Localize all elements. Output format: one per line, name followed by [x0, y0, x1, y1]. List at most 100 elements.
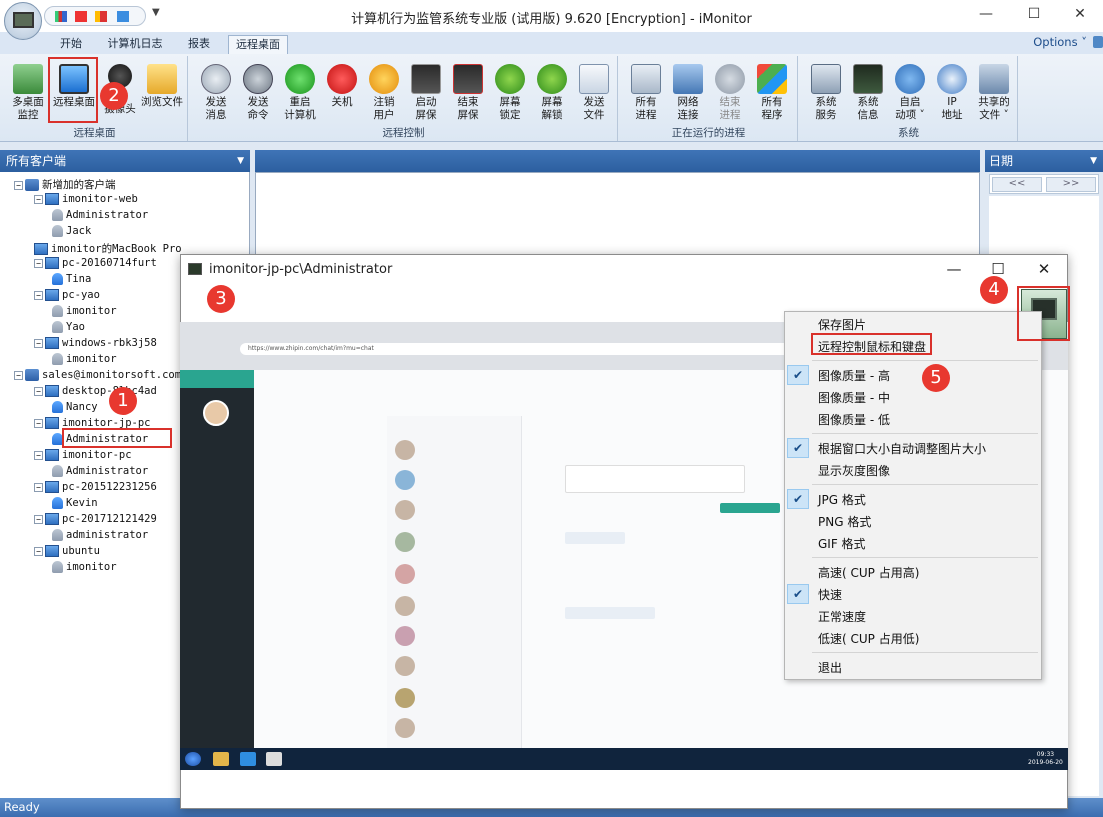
logoff-button[interactable]: 注销 用户 — [362, 58, 406, 126]
context-menu-item[interactable]: 图像质量 - 低 — [818, 411, 890, 428]
highlight-remote-control-item — [811, 333, 932, 355]
system-services-button[interactable]: 系统 服务 — [804, 58, 848, 126]
context-menu-item[interactable]: 图像质量 - 高 — [818, 367, 890, 384]
tree-node[interactable]: Tina — [52, 273, 91, 285]
remote-minimize-button[interactable]: — — [944, 260, 964, 278]
tab-start[interactable]: 开始 — [50, 35, 92, 54]
tree-node[interactable]: − pc-yao — [34, 289, 100, 301]
all-programs-button[interactable]: 所有 程序 — [750, 58, 794, 126]
tab-remote-desktop[interactable]: 远程桌面 — [228, 35, 288, 54]
shared-files-button[interactable]: 共享的 文件 ˅ — [972, 58, 1016, 126]
collapse-toggle-icon[interactable]: − — [14, 180, 23, 190]
tree-node[interactable]: − sales@imonitorsoft.com — [14, 369, 181, 381]
context-menu-item[interactable]: 正常速度 — [818, 608, 866, 625]
multi-monitor-icon — [13, 64, 43, 94]
system-info-button[interactable]: 系统 信息 — [846, 58, 890, 126]
tree-node[interactable]: − imonitor-pc — [34, 449, 132, 461]
tree-node[interactable]: − pc-201512231256 — [34, 481, 157, 493]
tree-node-label: imonitor的MacBook Pro — [51, 243, 182, 255]
maximize-button[interactable]: ☐ — [1024, 6, 1044, 24]
context-menu-item[interactable]: 根据窗口大小自动调整图片大小 — [818, 440, 986, 457]
restart-button[interactable]: 重启 计算机 — [278, 58, 322, 126]
tree-node[interactable]: Kevin — [52, 497, 98, 509]
tree-node[interactable]: imonitor — [52, 305, 117, 317]
tree-node[interactable]: Yao — [52, 321, 85, 333]
context-menu-item[interactable]: 快速 — [818, 586, 842, 603]
remote-close-button[interactable]: ✕ — [1034, 260, 1054, 278]
tree-node[interactable]: administrator — [52, 529, 148, 541]
collapse-toggle-icon[interactable]: − — [34, 290, 43, 300]
chat-avatar — [395, 532, 415, 552]
close-button[interactable]: ✕ — [1070, 6, 1090, 24]
tree-node[interactable]: Nancy — [52, 401, 98, 413]
context-menu-item[interactable]: 退出 — [818, 659, 842, 676]
tree-node[interactable]: imonitor — [52, 353, 117, 365]
clients-panel-header[interactable]: 所有客户端 ▼ — [0, 150, 250, 172]
tree-node[interactable]: Jack — [52, 225, 91, 237]
context-menu-item[interactable]: 图像质量 - 中 — [818, 389, 890, 406]
chevron-down-icon[interactable]: ▼ — [237, 150, 244, 172]
tree-node[interactable]: Administrator — [52, 465, 148, 477]
prev-button[interactable]: << — [992, 177, 1042, 192]
collapse-toggle-icon[interactable]: − — [34, 514, 43, 524]
user-icon — [52, 465, 63, 477]
lock-screen-button[interactable]: 屏幕 锁定 — [488, 58, 532, 126]
end-process-button[interactable]: 结束 进程 — [708, 58, 752, 126]
send-file-button[interactable]: 发送 文件 — [572, 58, 616, 126]
context-menu-item[interactable]: 显示灰度图像 — [818, 462, 890, 479]
collapse-toggle-icon[interactable]: − — [34, 194, 43, 204]
minimize-button[interactable]: — — [976, 6, 996, 24]
send-message-button[interactable]: 发送 消息 — [194, 58, 238, 126]
tree-node-label: Nancy — [66, 401, 98, 413]
folder-icon — [147, 64, 177, 94]
collapse-toggle-icon[interactable]: − — [34, 546, 43, 556]
start-screensaver-button[interactable]: 启动 屏保 — [404, 58, 448, 126]
stop-screensaver-button[interactable]: 结束 屏保 — [446, 58, 490, 126]
app-menu-button[interactable] — [4, 2, 42, 40]
next-button[interactable]: >> — [1046, 177, 1096, 192]
network-connections-button[interactable]: 网络 连接 — [666, 58, 710, 126]
tree-node[interactable]: imonitor的MacBook Pro — [34, 241, 182, 256]
tree-node[interactable]: − ubuntu — [34, 545, 100, 557]
date-panel-header[interactable]: 日期 ▼ — [985, 150, 1103, 172]
startup-items-button[interactable]: 自启 动项 ˅ — [888, 58, 932, 126]
checkmark-icon: ✔ — [787, 365, 809, 385]
collapse-toggle-icon[interactable]: − — [34, 258, 43, 268]
collapse-toggle-icon[interactable]: − — [34, 450, 43, 460]
date-panel-title: 日期 — [989, 154, 1014, 168]
browse-files-button[interactable]: 浏览文件 — [140, 58, 184, 126]
ip-address-button[interactable]: IP 地址 — [930, 58, 974, 126]
collapse-toggle-icon[interactable]: − — [14, 370, 23, 380]
checkmark-icon: ✔ — [787, 438, 809, 458]
step-marker-4: 4 — [980, 276, 1008, 304]
tab-reports[interactable]: 报表 — [178, 35, 220, 54]
context-menu-item[interactable]: GIF 格式 — [818, 535, 866, 552]
collapse-toggle-icon[interactable]: − — [34, 338, 43, 348]
collapse-toggle-icon[interactable]: − — [34, 418, 43, 428]
multi-desktop-button[interactable]: 多桌面 监控 — [6, 58, 50, 126]
tree-node[interactable]: − pc-201712121429 — [34, 513, 157, 525]
tab-computer-log[interactable]: 计算机日志 — [102, 35, 168, 54]
help-icon[interactable] — [1093, 36, 1103, 48]
context-menu-item[interactable]: JPG 格式 — [818, 491, 866, 508]
context-menu-item[interactable]: PNG 格式 — [818, 513, 871, 530]
tree-node[interactable]: imonitor — [52, 561, 117, 573]
tree-node[interactable]: − desktop-8lhc4ad — [34, 385, 157, 397]
context-menu-item[interactable]: 保存图片 — [818, 316, 866, 333]
context-menu-item[interactable]: 高速( CUP 占用高) — [818, 564, 919, 581]
all-processes-button[interactable]: 所有 进程 — [624, 58, 668, 126]
options-menu[interactable]: Options ˅ — [1033, 35, 1087, 49]
collapse-toggle-icon[interactable]: − — [34, 386, 43, 396]
collapse-toggle-icon[interactable]: − — [34, 482, 43, 492]
context-menu-item[interactable]: 低速( CUP 占用低) — [818, 630, 919, 647]
tree-node[interactable]: − imonitor-web — [34, 193, 138, 205]
tree-node[interactable]: Administrator — [52, 209, 148, 221]
tree-node[interactable]: − 新增加的客户端 — [14, 177, 116, 192]
tree-node[interactable]: − pc-20160714furt — [34, 257, 157, 269]
chevron-down-icon[interactable]: ▼ — [1090, 150, 1097, 172]
send-command-button[interactable]: 发送 命令 — [236, 58, 280, 126]
tree-node[interactable]: − windows-rbk3j58 — [34, 337, 157, 349]
shutdown-button[interactable]: 关机 — [320, 58, 364, 126]
unlock-screen-button[interactable]: 屏幕 解锁 — [530, 58, 574, 126]
menu-separator — [812, 484, 1038, 485]
